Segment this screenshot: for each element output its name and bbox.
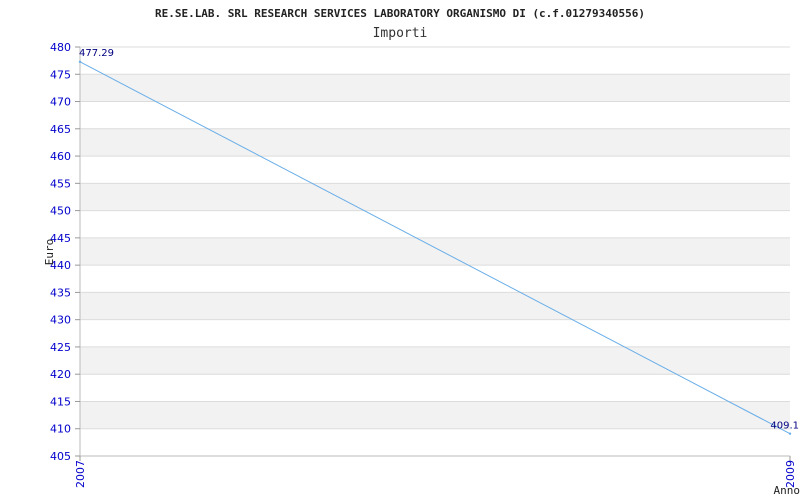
plot-band bbox=[80, 401, 790, 429]
y-tick-label: 470 bbox=[50, 96, 71, 109]
y-tick-label: 435 bbox=[50, 286, 71, 299]
data-label: 477.29 bbox=[79, 48, 114, 59]
y-tick-label: 425 bbox=[50, 341, 71, 354]
plot-band bbox=[80, 101, 790, 129]
plot-band bbox=[80, 319, 790, 347]
y-axis-title: Euro bbox=[43, 239, 56, 266]
chart-title: RE.SE.LAB. SRL RESEARCH SERVICES LABORAT… bbox=[155, 7, 645, 20]
y-tick-label: 480 bbox=[50, 41, 71, 54]
y-tick-label: 475 bbox=[50, 68, 71, 81]
y-tick-label: 460 bbox=[50, 150, 71, 163]
plot-band bbox=[80, 346, 790, 375]
x-axis-title: Anno bbox=[774, 484, 800, 497]
plot-band bbox=[80, 210, 790, 238]
plot-band bbox=[80, 74, 790, 102]
plot-band bbox=[80, 156, 790, 184]
y-tick-label: 450 bbox=[50, 205, 71, 218]
y-tick-label: 415 bbox=[50, 395, 71, 408]
plot-band bbox=[80, 237, 790, 266]
y-tick-label: 430 bbox=[50, 314, 71, 327]
line-chart: RE.SE.LAB. SRL RESEARCH SERVICES LABORAT… bbox=[43, 7, 800, 497]
data-point bbox=[788, 432, 792, 435]
plot-band bbox=[80, 265, 790, 293]
x-tick-label: 2007 bbox=[74, 460, 87, 488]
y-tick-label: 410 bbox=[50, 423, 71, 436]
plot-bands bbox=[80, 47, 790, 456]
plot-band bbox=[80, 47, 790, 75]
data-label: 409.1 bbox=[770, 421, 799, 432]
chart-subtitle: Importi bbox=[373, 26, 428, 41]
plot-band bbox=[80, 128, 790, 157]
x-axis-ticks: 2007 2009 bbox=[74, 456, 797, 488]
y-tick-label: 405 bbox=[50, 450, 71, 463]
plot-band bbox=[80, 292, 790, 320]
y-tick-label: 420 bbox=[50, 368, 71, 381]
plot-band bbox=[80, 183, 790, 211]
y-tick-label: 465 bbox=[50, 123, 71, 136]
plot-band bbox=[80, 428, 790, 456]
y-tick-label: 455 bbox=[50, 177, 71, 190]
data-point bbox=[78, 60, 82, 63]
